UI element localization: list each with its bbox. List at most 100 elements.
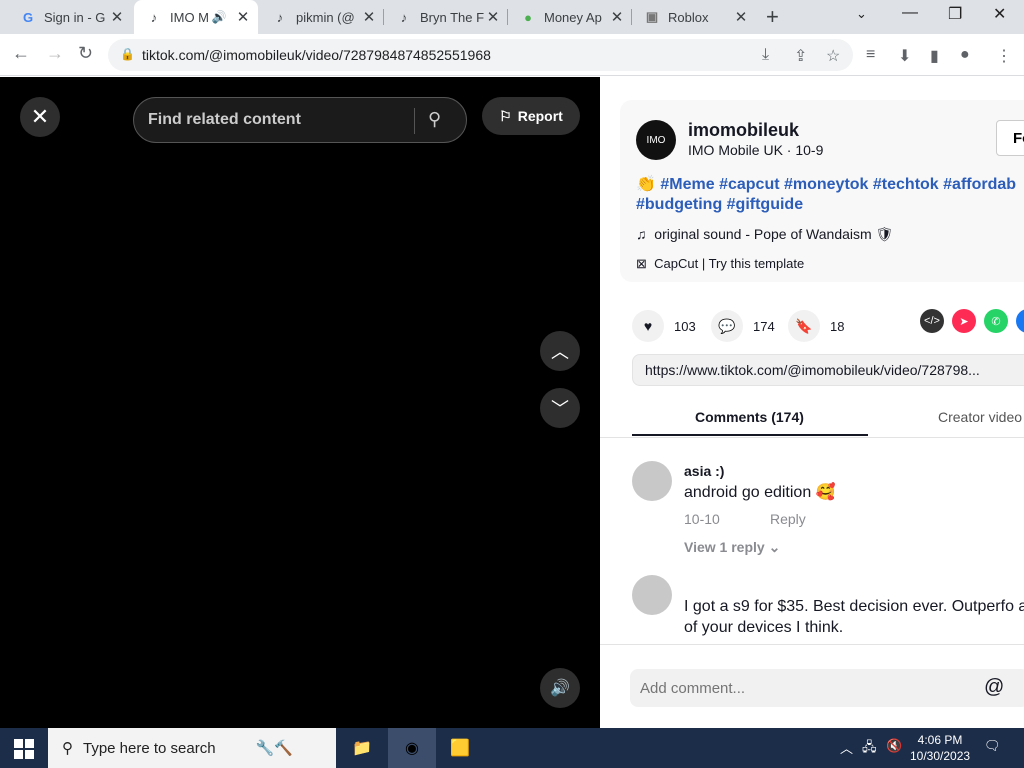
close-video-button[interactable]: ✕ (20, 97, 60, 137)
tab-title: IMO M (170, 9, 209, 25)
chrome-icon[interactable]: ◉ (388, 728, 436, 768)
install-icon[interactable]: ⤓ (762, 46, 769, 64)
comment-author[interactable]: asia :) (684, 463, 724, 479)
tab-imo-mobile[interactable]: ♪ IMO M 🔊 ✕ (134, 0, 258, 34)
maximize-button[interactable]: ❐ (948, 4, 962, 24)
whatsapp-icon[interactable]: ✆ (984, 309, 1008, 333)
speaker-icon[interactable]: 🔊 (210, 10, 228, 24)
close-tab-icon[interactable]: ✕ (234, 8, 252, 26)
save-stat[interactable]: 🔖 18 (788, 310, 844, 342)
taskbar-clock[interactable]: 4:06 PM 10/30/2023 (910, 732, 970, 764)
back-button[interactable]: ← (12, 43, 30, 64)
close-tab-icon[interactable]: ✕ (484, 8, 502, 26)
url-text[interactable]: tiktok.com/@imomobileuk/video/7287984874… (142, 47, 491, 63)
view-replies-button[interactable]: View 1 reply ⌄ (684, 539, 780, 556)
bookmark-star-icon[interactable]: ☆ (826, 46, 840, 66)
tab-money-app[interactable]: ● Money Ap ✕ (508, 0, 632, 34)
reload-button[interactable]: ↻ (78, 43, 93, 64)
mention-icon[interactable]: @ (984, 676, 1004, 699)
windows-start-icon[interactable] (14, 739, 34, 759)
close-tab-icon[interactable]: ✕ (608, 8, 626, 26)
tab-title: Roblox (668, 9, 709, 25)
close-tab-icon[interactable]: ✕ (732, 8, 750, 26)
tab-bryn[interactable]: ♪ Bryn The F ✕ (384, 0, 508, 34)
share-page-icon[interactable]: ⇪ (794, 46, 807, 66)
sound-link[interactable]: ♫ original sound - Pope of Wandaism 🛡 (636, 226, 893, 243)
details-panel: IMO imomobileuk IMO Mobile UK · 10-9 Fo … (600, 77, 1024, 728)
heart-icon[interactable]: ♥ (632, 310, 664, 342)
file-explorer-icon[interactable]: 📁 (338, 728, 386, 768)
report-button[interactable]: ⚐ Report (482, 97, 580, 135)
author-username[interactable]: imomobileuk (688, 120, 799, 141)
reply-button[interactable]: Reply (770, 511, 806, 527)
avatar[interactable]: IMO (636, 120, 676, 160)
previous-video-button[interactable]: ︿ (540, 331, 580, 371)
close-tab-icon[interactable]: ✕ (360, 8, 378, 26)
avatar[interactable] (632, 461, 672, 501)
comment-icon[interactable]: 💬 (711, 310, 743, 342)
comment-stat[interactable]: 💬 174 (711, 310, 775, 342)
tab-title: Bryn The F (420, 9, 484, 25)
taskbar-search-placeholder[interactable]: Type here to search (83, 740, 216, 757)
lock-icon: 🔒 (120, 47, 135, 61)
profile-icon[interactable]: ● (960, 46, 970, 64)
reading-list-icon[interactable]: ≡ (866, 46, 875, 64)
related-search-input[interactable] (148, 108, 408, 132)
like-count: 103 (674, 318, 696, 334)
volume-muted-icon[interactable]: 🔇 (886, 738, 902, 754)
minimize-button[interactable]: — (902, 4, 918, 22)
video-link-field[interactable]: https://www.tiktok.com/@imomobileuk/vide… (632, 354, 1024, 386)
tab-search-icon[interactable]: ⌄ (856, 6, 867, 22)
follow-button[interactable]: Fo (996, 120, 1024, 156)
menu-icon[interactable]: ⋮ (996, 46, 1012, 66)
next-video-button[interactable]: ﹀ (540, 388, 580, 428)
volume-button[interactable]: 🔊 (540, 668, 580, 708)
money-app-icon: ● (524, 9, 532, 25)
capcut-icon: ⊠ (636, 256, 647, 271)
tiktok-icon: ♪ (400, 9, 408, 25)
tab-creator-videos[interactable]: Creator video (938, 409, 1022, 425)
tray-chevron-icon[interactable]: ︿ (840, 738, 853, 757)
sound-label[interactable]: original sound - Pope of Wandaism 🛡 (654, 226, 893, 242)
active-tab-indicator (632, 434, 868, 436)
avatar[interactable] (632, 575, 672, 615)
omnibox[interactable]: 🔒 tiktok.com/@imomobileuk/video/72879848… (108, 39, 853, 71)
address-bar-row: ← → ↻ 🔒 tiktok.com/@imomobileuk/video/72… (0, 34, 1024, 76)
hashtags-line-1[interactable]: #Meme #capcut #moneytok #techtok #afford… (660, 176, 1016, 193)
network-icon[interactable]: 🖧 (862, 738, 877, 760)
add-comment-bar: @ (600, 644, 1024, 728)
bookmark-icon[interactable]: 🔖 (788, 310, 820, 342)
browser-tab-strip: G Sign in - G ✕ ♪ IMO M 🔊 ✕ ♪ pikmin (@ … (0, 0, 1024, 34)
notifications-icon[interactable]: 🗨 (984, 738, 1001, 754)
capcut-link[interactable]: ⊠ CapCut | Try this template (636, 256, 804, 272)
tab-pikmin[interactable]: ♪ pikmin (@ ✕ (260, 0, 384, 34)
tab-title: Money Ap (544, 9, 602, 25)
forward-button[interactable]: → (46, 43, 64, 64)
comment-count: 174 (753, 318, 775, 334)
like-stat[interactable]: ♥ 103 (632, 310, 696, 342)
capcut-label[interactable]: CapCut | Try this template (654, 256, 804, 271)
search-icon[interactable]: ⚲ (428, 109, 441, 130)
tab-title: Sign in - G (44, 9, 106, 25)
add-comment-input[interactable] (630, 669, 1024, 707)
video-player[interactable]: ✕ ⚲ ⚐ Report ︿ ﹀ 🔊 (0, 77, 600, 728)
tab-sign-in[interactable]: G Sign in - G ✕ (8, 0, 132, 34)
downloads-icon[interactable]: ⬇ (898, 46, 911, 66)
clap-icon: 👏 (636, 176, 656, 193)
tab-roblox[interactable]: ▣ Roblox ✕ (632, 0, 756, 34)
send-icon[interactable]: ➤ (952, 309, 976, 333)
save-count: 18 (830, 318, 845, 334)
embed-icon[interactable]: </> (920, 309, 944, 333)
taskbar-search-box[interactable]: ⚲ Type here to search 🔧🔨 (48, 728, 336, 768)
hashtags[interactable]: 👏 #Meme #capcut #moneytok #techtok #affo… (636, 175, 1024, 215)
report-label: Report (517, 108, 563, 124)
side-panel-icon[interactable]: ▮ (930, 46, 939, 66)
app-icon[interactable]: 🟨 (436, 728, 484, 768)
close-window-button[interactable]: ✕ (993, 4, 1006, 24)
related-search-box[interactable]: ⚲ (133, 97, 467, 143)
hashtags-line-2[interactable]: #budgeting #giftguide (636, 196, 803, 213)
facebook-icon[interactable]: f (1016, 309, 1024, 333)
close-tab-icon[interactable]: ✕ (108, 8, 126, 26)
tab-comments[interactable]: Comments (174) (695, 409, 804, 425)
new-tab-button[interactable]: + (766, 4, 779, 30)
